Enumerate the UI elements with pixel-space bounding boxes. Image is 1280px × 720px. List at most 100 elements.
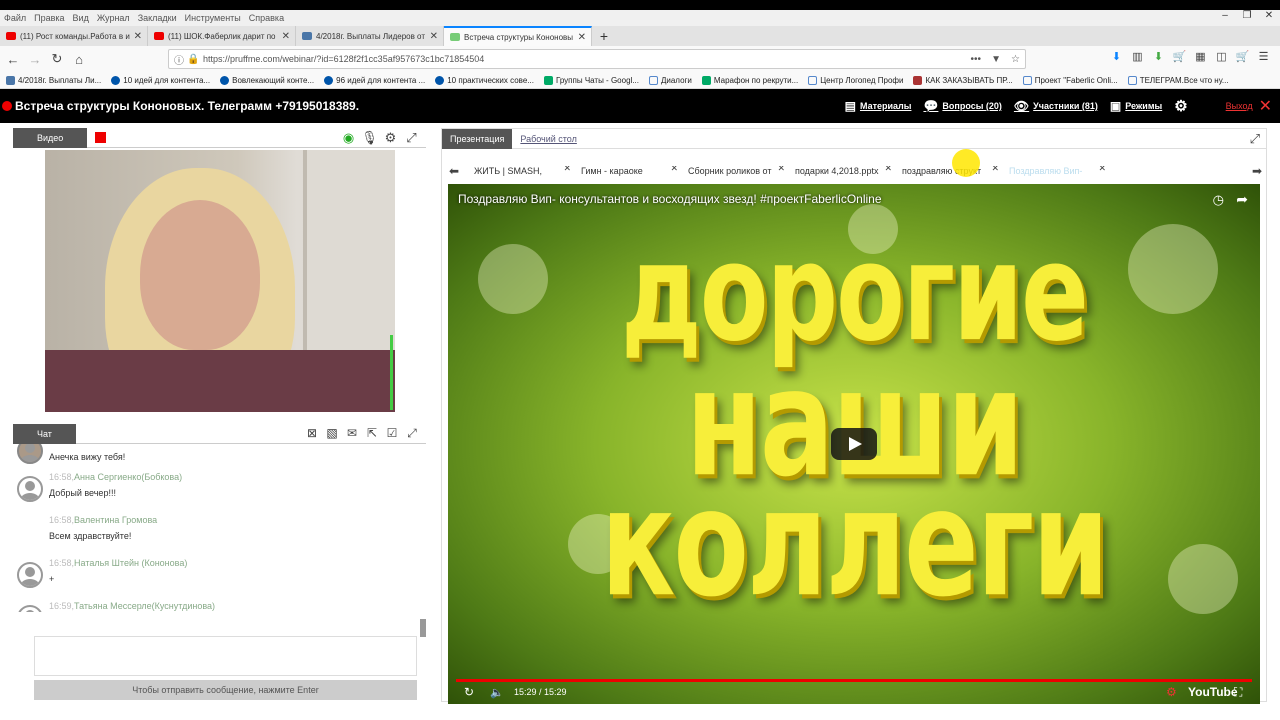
settings-button[interactable]: ⚙ xyxy=(1174,97,1191,115)
bookmark-item[interactable]: ТЕЛЕГРАМ.Все что ну... xyxy=(1127,75,1229,85)
bookmark-star-icon[interactable]: ☆ xyxy=(1011,54,1020,65)
menu-tools[interactable]: Инструменты xyxy=(185,13,241,23)
questions-button[interactable]: 💬 Вопросы (20) xyxy=(923,99,1001,113)
reload-icon[interactable]: ↻ xyxy=(46,51,68,67)
clear-chat-icon[interactable]: ⊠ xyxy=(302,426,322,441)
excel-export-icon[interactable]: ▧ xyxy=(322,426,342,441)
close-file-icon[interactable]: ✕ xyxy=(670,166,678,174)
bookmark-item[interactable]: 10 практических сове... xyxy=(435,75,534,85)
browser-tab-1[interactable]: (11) Рост команды.Работа в и ✕ xyxy=(0,26,148,46)
materials-button[interactable]: ▤ Материалы xyxy=(845,99,912,113)
menu-help[interactable]: Справка xyxy=(249,13,284,23)
close-file-icon[interactable]: ✕ xyxy=(563,166,571,174)
bookmark-item[interactable]: 96 идей для контента ... xyxy=(324,75,425,85)
modes-button[interactable]: ▣ Режимы xyxy=(1110,99,1162,113)
mail-icon[interactable]: ✉ xyxy=(342,426,362,441)
chat-tab[interactable]: Чат xyxy=(13,423,76,444)
file-tab[interactable]: подарки 4,2018.pptx ✕ xyxy=(787,166,894,176)
menu-view[interactable]: Вид xyxy=(73,13,89,23)
youtube-logo[interactable]: YouTube xyxy=(1188,685,1238,699)
more-icon[interactable]: ••• xyxy=(970,54,981,65)
menu-bookmarks[interactable]: Закладки xyxy=(138,13,177,23)
microphone-icon[interactable]: 🎙 xyxy=(359,130,380,146)
bookmark-item[interactable]: Проект "Faberlic Onli... xyxy=(1022,75,1118,85)
chat-input[interactable] xyxy=(34,636,417,676)
extension-icon[interactable]: ▦ xyxy=(1190,50,1211,63)
close-tab-icon[interactable]: ✕ xyxy=(578,32,586,43)
bookmark-item[interactable]: Группы Чаты - Googl... xyxy=(543,75,639,85)
participants-button[interactable]: 👁 Участники (81) xyxy=(1014,99,1098,113)
close-file-icon[interactable]: ✕ xyxy=(777,166,785,174)
bookmark-item[interactable]: Марафон по рекрути... xyxy=(701,75,798,85)
file-tab-active[interactable]: Поздравляю Вип- ✕ xyxy=(1001,166,1108,176)
exit-close-icon[interactable]: ✕ xyxy=(1259,96,1272,116)
minimize-icon[interactable]: – xyxy=(1214,10,1236,21)
bookmark-item[interactable]: 4/2018г. Выплаты Ли... xyxy=(6,75,101,85)
exit-button[interactable]: Выход xyxy=(1226,101,1253,111)
restore-icon[interactable]: ❐ xyxy=(1236,10,1258,21)
sidebar-icon[interactable]: ◫ xyxy=(1211,50,1232,63)
bookmark-item[interactable]: Вовлекающий конте... xyxy=(220,75,314,85)
home-icon[interactable]: ⌂ xyxy=(68,52,90,67)
browser-tab-2[interactable]: (11) ШОК.Фаберлик дарит по ✕ xyxy=(148,26,296,46)
close-tab-icon[interactable]: ✕ xyxy=(282,31,290,42)
library-icon[interactable]: ▥ xyxy=(1127,50,1148,63)
back-arrow-icon[interactable]: ← xyxy=(2,52,24,67)
camera-status-icon[interactable]: ◉ xyxy=(338,130,359,146)
cart-icon-2[interactable]: 🛒 xyxy=(1232,50,1253,63)
extension-download-icon[interactable]: ⬇ xyxy=(1148,50,1169,63)
url-bar[interactable]: ⓘ 🔒 https://pruffme.com/webinar/?id=6128… xyxy=(168,49,1026,69)
close-file-icon[interactable]: ✕ xyxy=(1098,166,1106,174)
menu-history[interactable]: Журнал xyxy=(97,13,130,23)
pocket-icon[interactable]: ▼ xyxy=(991,54,1001,65)
share-icon[interactable]: ⇱ xyxy=(362,426,382,441)
file-tab[interactable]: поздравляю структ ✕ xyxy=(894,166,1001,176)
bookmark-item[interactable]: 10 идей для контента... xyxy=(111,75,211,85)
presentation-expand-icon[interactable]: ⤢ xyxy=(1250,131,1260,147)
browser-tab-4-active[interactable]: Встреча структуры Кононовы ✕ xyxy=(444,26,592,46)
download-icon[interactable]: ⬇ xyxy=(1106,50,1127,63)
chat-expand-icon[interactable]: ⤢ xyxy=(402,426,422,441)
video-title[interactable]: Поздравляю Вип- консультантов и восходящ… xyxy=(458,192,882,206)
hamburger-menu-icon[interactable]: ☰ xyxy=(1253,50,1274,63)
video-settings-gear-icon[interactable]: ⚙ xyxy=(380,130,401,146)
close-file-icon[interactable]: ✕ xyxy=(884,166,892,174)
video-tab[interactable]: Видео xyxy=(13,127,88,148)
bookmark-label: 10 идей для контента... xyxy=(123,75,211,85)
menu-edit[interactable]: Правка xyxy=(34,13,64,23)
bookmark-item[interactable]: Центр Логопед Профи xyxy=(808,75,903,85)
tab-presentation[interactable]: Презентация xyxy=(442,128,513,149)
progress-bar[interactable] xyxy=(456,679,1252,682)
close-file-icon[interactable]: ✕ xyxy=(991,166,999,174)
forward-arrow-icon[interactable]: → xyxy=(24,52,46,67)
new-tab-button[interactable]: + xyxy=(592,26,616,46)
watch-later-icon[interactable]: ◷ xyxy=(1213,192,1224,208)
send-hint-bar[interactable]: Чтобы отправить сообщение, нажмите Enter xyxy=(34,680,417,700)
file-tab[interactable]: Гимн - караоке ✕ xyxy=(573,166,680,176)
replay-icon[interactable]: ↻ xyxy=(464,685,474,699)
cart-icon[interactable]: 🛒 xyxy=(1169,50,1190,63)
chat-scrollbar[interactable] xyxy=(420,619,426,637)
tab-desktop[interactable]: Рабочий стол xyxy=(520,134,577,144)
info-icon[interactable]: ⓘ xyxy=(174,52,184,67)
play-button[interactable] xyxy=(831,428,877,460)
close-window-icon[interactable]: ✕ xyxy=(1258,10,1280,21)
close-tab-icon[interactable]: ✕ xyxy=(430,31,438,42)
browser-tab-3[interactable]: 4/2018г. Выплаты Лидеров от ✕ xyxy=(296,26,444,46)
settings-badge-icon[interactable]: ⚙ xyxy=(1166,685,1177,699)
expand-icon[interactable]: ⤢ xyxy=(401,130,422,146)
fullscreen-icon[interactable]: ⛶ xyxy=(1234,685,1242,700)
menu-file[interactable]: Файл xyxy=(4,13,26,23)
file-tab[interactable]: ЖИТЬ | SMASH, ✕ xyxy=(466,166,573,176)
next-file-arrow-icon[interactable]: ➡ xyxy=(1252,164,1262,178)
file-tab[interactable]: Сборник роликов от ✕ xyxy=(680,166,787,176)
stop-broadcast-icon[interactable] xyxy=(95,132,107,143)
bookmark-item[interactable]: Диалоги xyxy=(648,75,692,85)
bookmark-item[interactable]: КАК ЗАКАЗЫВАТЬ ПР... xyxy=(913,75,1013,85)
check-icon[interactable]: ☑ xyxy=(382,426,402,441)
youtube-player[interactable]: Поздравляю Вип- консультантов и восходящ… xyxy=(448,184,1260,704)
prev-file-arrow-icon[interactable]: ⬅ xyxy=(442,164,466,178)
close-tab-icon[interactable]: ✕ xyxy=(134,31,142,42)
share-arrow-icon[interactable]: ➦ xyxy=(1236,191,1248,208)
volume-icon[interactable]: 🔈 xyxy=(490,686,504,699)
